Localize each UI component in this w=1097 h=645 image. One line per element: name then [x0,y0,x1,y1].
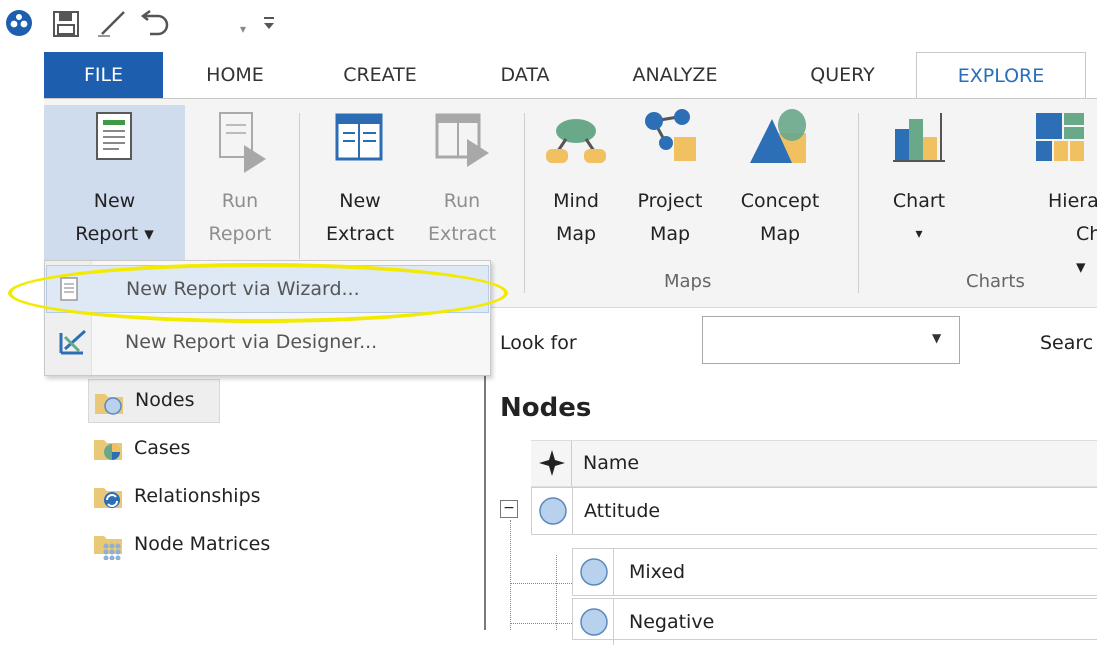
concept-map-icon [750,109,806,163]
designer-report-icon [59,329,87,355]
run-report-label-2: Report [208,223,272,245]
ribbon-separator [858,113,859,293]
node-circle-icon [580,608,608,636]
highlight-ellipse [8,263,508,323]
tree-expand-toggle[interactable]: − [500,500,518,518]
tab-data[interactable]: DATA [485,52,565,98]
tab-file[interactable]: FILE [44,52,163,98]
tab-home[interactable]: HOME [190,52,280,98]
nav-item-label: Cases [134,437,191,459]
nav-item-nodes[interactable]: Nodes [88,379,220,423]
run-report-label-1: Run [221,190,259,212]
mind-map-icon [546,119,606,163]
run-extract-button[interactable]: Run Extract [414,105,510,267]
look-for-label: Look for [500,332,577,354]
tree-line [556,555,557,630]
table-row[interactable]: Mixed [572,548,1097,596]
tab-query[interactable]: QUERY [795,52,890,98]
tree-line [510,583,572,584]
list-title: Nodes [500,393,592,423]
row-label: Attitude [584,500,661,522]
concept-map-label-2: Map [759,223,801,245]
new-report-label-2: Report ▾ [75,223,154,245]
new-report-button[interactable]: New Report ▾ [44,105,185,267]
cases-folder-icon [94,440,122,460]
run-extract-icon [435,113,489,167]
pin-icon[interactable] [537,448,567,478]
look-for-input[interactable] [702,316,960,364]
table-row[interactable]: Attitude [531,487,1097,535]
project-map-label-2: Map [649,223,691,245]
list-header-row: Name [531,440,1097,487]
group-label-charts: Charts [966,271,1025,292]
concept-map-label-1: Concept [740,190,820,212]
run-report-icon [219,112,266,173]
chevron-down-icon[interactable]: ▼ [932,331,941,345]
run-extract-label-1: Run [443,190,481,212]
project-map-icon [645,109,696,161]
nav-item-label: Node Matrices [134,533,271,555]
tab-explore[interactable]: EXPLORE [916,52,1086,100]
table-row[interactable]: Negative [572,598,1097,645]
tab-analyze[interactable]: ANALYZE [615,52,735,98]
report-icon [95,112,132,160]
cell-divider [572,488,573,534]
node-circle-icon [580,558,608,586]
edit-icon[interactable] [96,8,130,42]
new-extract-button[interactable]: New Extract [312,105,408,267]
nav-item-label: Relationships [134,485,261,507]
save-icon[interactable] [52,10,80,42]
concept-map-button[interactable]: Concept Map [724,105,836,267]
nav-item-cases[interactable]: Cases [88,428,288,468]
nav-item-node-matrices[interactable]: Node Matrices [88,524,328,564]
column-divider [571,441,572,486]
tree-line [510,623,572,624]
cell-divider [613,599,614,645]
tab-create[interactable]: CREATE [325,52,435,98]
app-logo-icon[interactable] [4,8,34,42]
chart-label-2: ▾ [915,226,923,242]
quick-access-toolbar: ▾ [0,0,1097,48]
project-map-button[interactable]: Project Map [624,105,716,267]
menu-item-label: New Report via Designer... [125,331,378,353]
chart-button[interactable]: Chart ▾ [876,105,962,267]
new-extract-label-1: New [339,190,381,212]
customize-qat-icon[interactable] [262,14,276,36]
extract-icon [335,113,383,161]
column-header-name[interactable]: Name [583,441,639,486]
chart-label-1: Chart [892,190,946,212]
search-button[interactable]: Searc [1040,326,1093,360]
row-label: Negative [629,611,715,633]
menu-item-new-report-designer[interactable]: New Report via Designer... [45,319,490,365]
cell-divider [613,549,614,595]
nav-item-relationships[interactable]: Relationships [88,476,328,516]
new-report-label-1: New [93,190,136,212]
ribbon-separator [299,113,300,259]
mind-map-label-2: Map [555,223,597,245]
row-label: Mixed [629,561,686,583]
undo-icon[interactable] [140,8,174,42]
run-report-button[interactable]: Run Report [186,105,294,267]
undo-dropdown-icon[interactable]: ▾ [240,22,246,36]
tree-line [510,520,511,630]
node-matrices-folder-icon [94,536,122,560]
hierarchy-chart-button[interactable]: Hierarch Chart ▾ [984,105,1097,278]
new-extract-label-2: Extract [325,223,395,245]
hierarchy-chart-label-1: Hierarch [1048,190,1097,212]
node-circle-icon [539,497,567,525]
chart-icon [893,113,945,162]
nodes-folder-icon [95,394,123,415]
project-map-label-1: Project [637,190,703,212]
ribbon-separator [524,113,525,293]
run-extract-label-2: Extract [427,223,497,245]
hierarchy-chart-icon [1036,113,1084,161]
group-label-maps: Maps [664,271,712,292]
relationships-folder-icon [94,488,122,508]
mind-map-label-1: Mind [553,190,599,212]
mind-map-button[interactable]: Mind Map [536,105,616,267]
nav-item-label: Nodes [135,389,195,411]
ribbon-tabs: FILE HOME CREATE DATA ANALYZE QUERY EXPL… [0,52,1097,100]
